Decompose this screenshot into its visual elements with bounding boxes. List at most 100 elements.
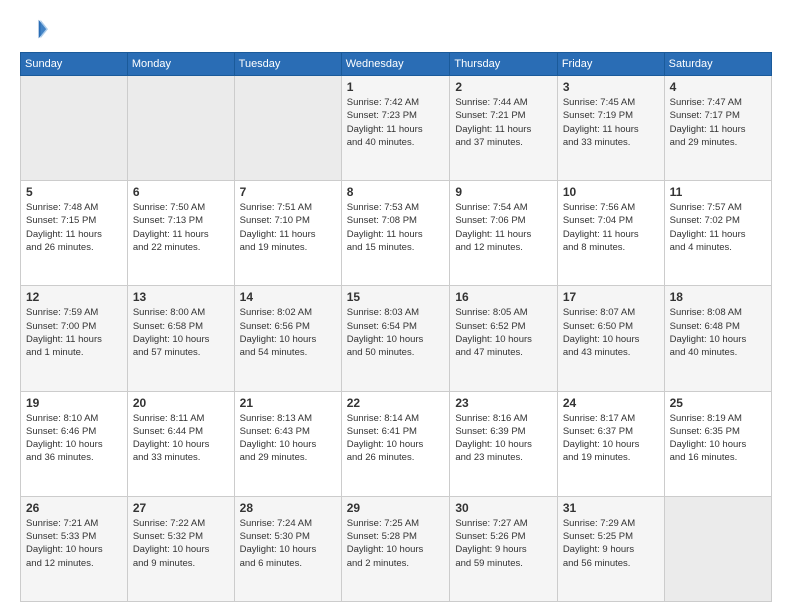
calendar-day-cell — [664, 496, 771, 601]
weekday-header: Friday — [557, 53, 664, 76]
calendar-day-cell: 3 Sunrise: 7:45 AMSunset: 7:19 PMDaylight… — [557, 76, 664, 181]
day-info: Sunrise: 8:03 AMSunset: 6:54 PMDaylight:… — [347, 306, 445, 359]
day-info: Sunrise: 7:51 AMSunset: 7:10 PMDaylight:… — [240, 201, 336, 254]
weekday-header: Thursday — [450, 53, 557, 76]
calendar-header-row: SundayMondayTuesdayWednesdayThursdayFrid… — [21, 53, 772, 76]
day-info: Sunrise: 7:53 AMSunset: 7:08 PMDaylight:… — [347, 201, 445, 254]
day-info: Sunrise: 8:10 AMSunset: 6:46 PMDaylight:… — [26, 412, 122, 465]
day-info: Sunrise: 8:00 AMSunset: 6:58 PMDaylight:… — [133, 306, 229, 359]
day-number: 9 — [455, 185, 551, 199]
day-info: Sunrise: 8:11 AMSunset: 6:44 PMDaylight:… — [133, 412, 229, 465]
day-number: 31 — [563, 501, 659, 515]
calendar-table: SundayMondayTuesdayWednesdayThursdayFrid… — [20, 52, 772, 602]
calendar-day-cell — [21, 76, 128, 181]
calendar-week-row: 12Sunrise: 7:59 AMSunset: 7:00 PMDayligh… — [21, 286, 772, 391]
day-info: Sunrise: 8:08 AMSunset: 6:48 PMDaylight:… — [670, 306, 766, 359]
calendar-day-cell: 30 Sunrise: 7:27 AMSunset: 5:26 PMDayligh… — [450, 496, 557, 601]
calendar-day-cell — [127, 76, 234, 181]
day-number: 14 — [240, 290, 336, 304]
calendar-day-cell: 25 Sunrise: 8:19 AMSunset: 6:35 PMDayligh… — [664, 391, 771, 496]
calendar-day-cell: 26 Sunrise: 7:21 AMSunset: 5:33 PMDayligh… — [21, 496, 128, 601]
day-number: 18 — [670, 290, 766, 304]
calendar-day-cell: 10 Sunrise: 7:56 AMSunset: 7:04 PMDayligh… — [557, 181, 664, 286]
day-info: Sunrise: 7:22 AMSunset: 5:32 PMDaylight:… — [133, 517, 229, 570]
day-number: 20 — [133, 396, 229, 410]
calendar-week-row: 26 Sunrise: 7:21 AMSunset: 5:33 PMDayligh… — [21, 496, 772, 601]
day-number: 11 — [670, 185, 766, 199]
day-info: Sunrise: 7:48 AMSunset: 7:15 PMDaylight:… — [26, 201, 122, 254]
calendar-day-cell: 5 Sunrise: 7:48 AMSunset: 7:15 PMDaylight… — [21, 181, 128, 286]
day-number: 23 — [455, 396, 551, 410]
calendar-week-row: 1 Sunrise: 7:42 AMSunset: 7:23 PMDaylight… — [21, 76, 772, 181]
calendar-day-cell: 13 Sunrise: 8:00 AMSunset: 6:58 PMDayligh… — [127, 286, 234, 391]
day-number: 8 — [347, 185, 445, 199]
weekday-header: Saturday — [664, 53, 771, 76]
day-number: 3 — [563, 80, 659, 94]
calendar-day-cell: 12Sunrise: 7:59 AMSunset: 7:00 PMDayligh… — [21, 286, 128, 391]
calendar-day-cell: 23 Sunrise: 8:16 AMSunset: 6:39 PMDayligh… — [450, 391, 557, 496]
page: SundayMondayTuesdayWednesdayThursdayFrid… — [0, 0, 792, 612]
day-info: Sunrise: 8:13 AMSunset: 6:43 PMDaylight:… — [240, 412, 336, 465]
day-info: Sunrise: 7:50 AMSunset: 7:13 PMDaylight:… — [133, 201, 229, 254]
calendar-day-cell — [234, 76, 341, 181]
calendar-day-cell: 28Sunrise: 7:24 AMSunset: 5:30 PMDayligh… — [234, 496, 341, 601]
day-number: 25 — [670, 396, 766, 410]
day-number: 4 — [670, 80, 766, 94]
calendar-day-cell: 4Sunrise: 7:47 AMSunset: 7:17 PMDaylight… — [664, 76, 771, 181]
day-number: 6 — [133, 185, 229, 199]
calendar-day-cell: 14 Sunrise: 8:02 AMSunset: 6:56 PMDayligh… — [234, 286, 341, 391]
calendar-week-row: 19Sunrise: 8:10 AMSunset: 6:46 PMDayligh… — [21, 391, 772, 496]
calendar-day-cell: 1 Sunrise: 7:42 AMSunset: 7:23 PMDaylight… — [341, 76, 450, 181]
day-info: Sunrise: 8:17 AMSunset: 6:37 PMDaylight:… — [563, 412, 659, 465]
day-info: Sunrise: 7:29 AMSunset: 5:25 PMDaylight:… — [563, 517, 659, 570]
calendar-day-cell: 29 Sunrise: 7:25 AMSunset: 5:28 PMDayligh… — [341, 496, 450, 601]
day-number: 5 — [26, 185, 122, 199]
calendar-day-cell: 24 Sunrise: 8:17 AMSunset: 6:37 PMDayligh… — [557, 391, 664, 496]
day-number: 16 — [455, 290, 551, 304]
logo-icon — [20, 16, 48, 44]
calendar-day-cell: 15 Sunrise: 8:03 AMSunset: 6:54 PMDayligh… — [341, 286, 450, 391]
day-info: Sunrise: 8:02 AMSunset: 6:56 PMDaylight:… — [240, 306, 336, 359]
header — [20, 16, 772, 44]
day-number: 29 — [347, 501, 445, 515]
day-number: 1 — [347, 80, 445, 94]
calendar-day-cell: 8 Sunrise: 7:53 AMSunset: 7:08 PMDaylight… — [341, 181, 450, 286]
day-number: 24 — [563, 396, 659, 410]
calendar-day-cell: 17Sunrise: 8:07 AMSunset: 6:50 PMDayligh… — [557, 286, 664, 391]
calendar-day-cell: 31 Sunrise: 7:29 AMSunset: 5:25 PMDayligh… — [557, 496, 664, 601]
calendar-day-cell: 2 Sunrise: 7:44 AMSunset: 7:21 PMDaylight… — [450, 76, 557, 181]
day-info: Sunrise: 7:27 AMSunset: 5:26 PMDaylight:… — [455, 517, 551, 570]
day-number: 22 — [347, 396, 445, 410]
calendar-week-row: 5 Sunrise: 7:48 AMSunset: 7:15 PMDaylight… — [21, 181, 772, 286]
day-number: 13 — [133, 290, 229, 304]
day-info: Sunrise: 7:54 AMSunset: 7:06 PMDaylight:… — [455, 201, 551, 254]
day-info: Sunrise: 8:19 AMSunset: 6:35 PMDaylight:… — [670, 412, 766, 465]
calendar-day-cell: 18 Sunrise: 8:08 AMSunset: 6:48 PMDayligh… — [664, 286, 771, 391]
calendar-day-cell: 16 Sunrise: 8:05 AMSunset: 6:52 PMDayligh… — [450, 286, 557, 391]
day-info: Sunrise: 7:24 AMSunset: 5:30 PMDaylight:… — [240, 517, 336, 570]
calendar-day-cell: 20 Sunrise: 8:11 AMSunset: 6:44 PMDayligh… — [127, 391, 234, 496]
day-number: 7 — [240, 185, 336, 199]
day-number: 30 — [455, 501, 551, 515]
calendar-day-cell: 9 Sunrise: 7:54 AMSunset: 7:06 PMDaylight… — [450, 181, 557, 286]
weekday-header: Sunday — [21, 53, 128, 76]
calendar-day-cell: 11Sunrise: 7:57 AMSunset: 7:02 PMDayligh… — [664, 181, 771, 286]
day-number: 26 — [26, 501, 122, 515]
day-number: 2 — [455, 80, 551, 94]
day-number: 27 — [133, 501, 229, 515]
day-info: Sunrise: 8:05 AMSunset: 6:52 PMDaylight:… — [455, 306, 551, 359]
day-info: Sunrise: 7:42 AMSunset: 7:23 PMDaylight:… — [347, 96, 445, 149]
day-info: Sunrise: 7:45 AMSunset: 7:19 PMDaylight:… — [563, 96, 659, 149]
day-info: Sunrise: 7:44 AMSunset: 7:21 PMDaylight:… — [455, 96, 551, 149]
day-number: 17 — [563, 290, 659, 304]
day-info: Sunrise: 8:16 AMSunset: 6:39 PMDaylight:… — [455, 412, 551, 465]
day-number: 15 — [347, 290, 445, 304]
day-info: Sunrise: 7:21 AMSunset: 5:33 PMDaylight:… — [26, 517, 122, 570]
day-number: 10 — [563, 185, 659, 199]
day-info: Sunrise: 7:56 AMSunset: 7:04 PMDaylight:… — [563, 201, 659, 254]
calendar-day-cell: 22Sunrise: 8:14 AMSunset: 6:41 PMDayligh… — [341, 391, 450, 496]
calendar-day-cell: 7 Sunrise: 7:51 AMSunset: 7:10 PMDaylight… — [234, 181, 341, 286]
day-info: Sunrise: 7:25 AMSunset: 5:28 PMDaylight:… — [347, 517, 445, 570]
logo — [20, 16, 52, 44]
calendar-day-cell: 19Sunrise: 8:10 AMSunset: 6:46 PMDayligh… — [21, 391, 128, 496]
